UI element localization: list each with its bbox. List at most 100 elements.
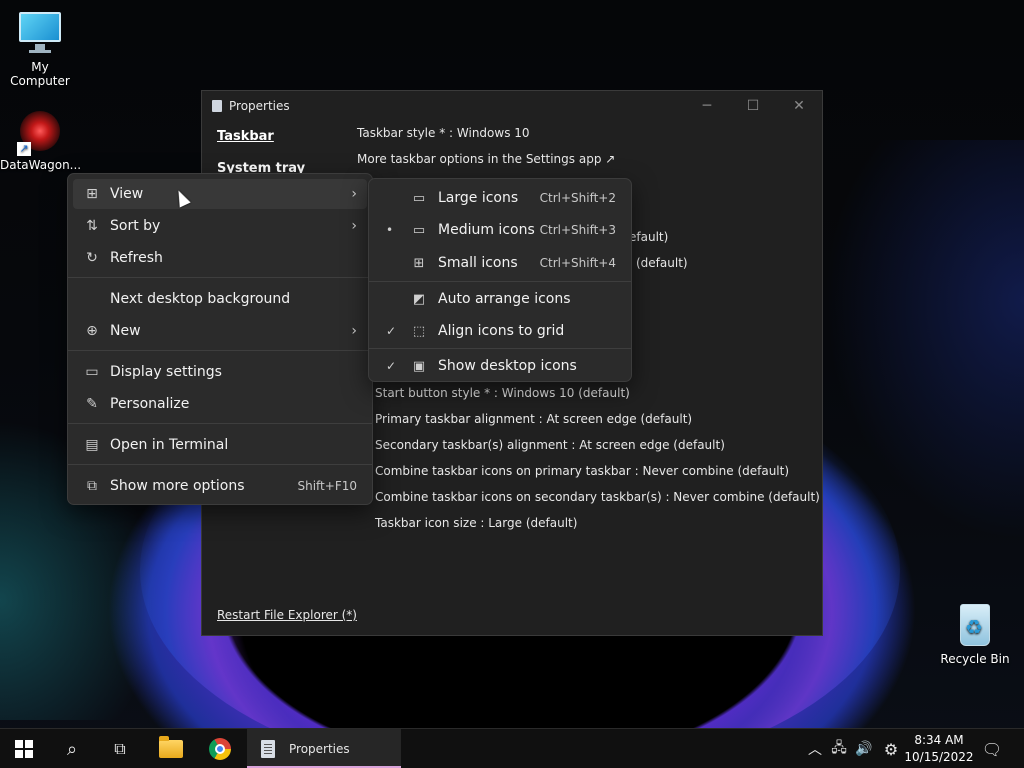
expand-icon: ⧉ (87, 478, 97, 494)
menu-item-label: Personalize (110, 396, 190, 412)
setting-partial: (default) (636, 256, 688, 270)
clock-date: 10/15/2022 (904, 750, 974, 764)
check-mark: ✓ (386, 359, 397, 373)
menu-item-label: New (110, 323, 141, 339)
menu-separator (68, 350, 372, 351)
menu-item-display-settings[interactable]: ▭ Display settings (73, 357, 367, 387)
settings-app-link[interactable]: More taskbar options in the Settings app… (357, 152, 615, 166)
app-shortcut-icon: ↗ (17, 108, 63, 156)
search-button[interactable]: ⌕ (48, 729, 96, 768)
menu-item-label: Next desktop background (110, 291, 291, 307)
submenu-item-auto-arrange[interactable]: ◩ Auto arrange icons (374, 284, 626, 314)
display-icon: ▭ (85, 364, 99, 380)
start-button[interactable] (0, 729, 48, 768)
setting-start-button-style[interactable]: Start button style * : Windows 10 (defau… (375, 386, 630, 400)
desktop-icon: ▣ (412, 358, 426, 374)
align-grid-icon: ⬚ (412, 323, 426, 339)
desktop-icon-datawagon[interactable]: ↗ DataWagon... (0, 108, 82, 172)
minimize-button[interactable]: ─ (684, 91, 730, 121)
speaker-icon: 🔊 (855, 741, 873, 757)
auto-arrange-icon: ◩ (412, 291, 426, 307)
menu-separator (369, 281, 631, 282)
clock-time: 8:34 AM (914, 733, 964, 747)
chevron-right-icon: › (351, 186, 357, 202)
desktop-context-menu: ⊞ View › ⇅ Sort by › ↻ Refresh Next desk… (67, 173, 373, 505)
setting-taskbar-style[interactable]: Taskbar style * : Windows 10 (357, 126, 530, 140)
check-mark: ✓ (386, 324, 397, 338)
volume-button[interactable]: 🔊 (851, 729, 877, 768)
system-clock[interactable]: 8:34 AM 10/15/2022 (904, 732, 974, 766)
submenu-item-label: Large icons (438, 190, 519, 206)
search-icon: ⌕ (66, 738, 78, 760)
document-icon (261, 740, 275, 758)
chevron-right-icon: › (351, 323, 357, 339)
setting-secondary-alignment[interactable]: Secondary taskbar(s) alignment : At scre… (375, 438, 725, 452)
file-explorer-button[interactable] (147, 729, 195, 768)
close-button[interactable]: ✕ (776, 91, 822, 121)
network-icon: 🖧 (831, 740, 847, 756)
menu-separator (68, 277, 372, 278)
submenu-item-small-icons[interactable]: ⊞ Small icons Ctrl+Shift+4 (374, 248, 626, 278)
submenu-item-large-icons[interactable]: ▭ Large icons Ctrl+Shift+2 (374, 183, 626, 213)
setting-combine-secondary[interactable]: Combine taskbar icons on secondary taskb… (375, 490, 820, 504)
submenu-item-shortcut: Ctrl+Shift+3 (539, 223, 616, 237)
desktop-icon-label: DataWagon... (0, 158, 82, 172)
nav-taskbar[interactable]: Taskbar (217, 129, 274, 144)
menu-item-sort-by[interactable]: ⇅ Sort by › (73, 211, 367, 241)
taskbar: ⌕ ⧉ Properties ︿ 🖧 🔊 ⚙ 8:34 AM 10/15/202… (0, 728, 1024, 768)
taskbar-app-label: Properties (289, 742, 350, 756)
settings-tray-button[interactable]: ⚙ (878, 729, 904, 768)
grid-icon: ⊞ (86, 186, 98, 202)
refresh-icon: ↻ (86, 250, 98, 266)
show-hidden-icons-button[interactable]: ︿ (803, 729, 827, 768)
view-submenu: ▭ Large icons Ctrl+Shift+2 • ▭ Medium ic… (368, 178, 632, 382)
menu-item-label: Display settings (110, 364, 222, 380)
menu-separator (369, 348, 631, 349)
sort-icon: ⇅ (86, 218, 98, 234)
setting-primary-alignment[interactable]: Primary taskbar alignment : At screen ed… (375, 412, 692, 426)
wallpaper-glow-right (824, 140, 1024, 540)
menu-item-new[interactable]: ⊕ New › (73, 316, 367, 346)
submenu-item-medium-icons[interactable]: • ▭ Medium icons Ctrl+Shift+3 (374, 215, 626, 245)
setting-icon-size[interactable]: Taskbar icon size : Large (default) (375, 516, 577, 530)
folder-icon (159, 736, 183, 758)
menu-separator (68, 423, 372, 424)
menu-item-personalize[interactable]: ✎ Personalize (73, 389, 367, 419)
chevron-right-icon: › (351, 218, 357, 234)
maximize-button[interactable]: ☐ (730, 91, 776, 121)
submenu-item-label: Small icons (438, 255, 518, 271)
menu-item-open-terminal[interactable]: ▤ Open in Terminal (73, 430, 367, 460)
setting-partial: efault) (629, 230, 669, 244)
monitor-medium-icon: ▭ (412, 222, 426, 238)
desktop-icon-my-computer[interactable]: My Computer (0, 10, 80, 88)
notification-icon: 🗨 (981, 739, 1003, 759)
notification-button[interactable]: 🗨 (978, 729, 1006, 768)
submenu-item-label: Align icons to grid (438, 323, 565, 339)
document-icon (212, 100, 222, 112)
chrome-icon (209, 738, 231, 760)
gear-icon: ⚙ (883, 739, 899, 759)
submenu-item-label: Show desktop icons (438, 358, 577, 374)
submenu-item-shortcut: Ctrl+Shift+2 (539, 191, 616, 205)
setting-combine-primary[interactable]: Combine taskbar icons on primary taskbar… (375, 464, 789, 478)
menu-item-show-more-options[interactable]: ⧉ Show more options Shift+F10 (73, 471, 367, 501)
submenu-item-show-desktop-icons[interactable]: ✓ ▣ Show desktop icons (374, 351, 626, 381)
menu-item-label: Open in Terminal (110, 437, 229, 453)
desktop-icon-label: My Computer (10, 60, 70, 88)
menu-item-next-background[interactable]: Next desktop background (73, 284, 367, 314)
network-button[interactable]: 🖧 (827, 729, 851, 768)
menu-item-view[interactable]: ⊞ View › (73, 179, 367, 209)
radio-mark: • (386, 223, 394, 237)
plus-circle-icon: ⊕ (86, 323, 98, 339)
monitor-large-icon: ▭ (412, 190, 426, 206)
taskbar-properties-button[interactable]: Properties (247, 729, 401, 768)
task-view-button[interactable]: ⧉ (96, 729, 144, 768)
desktop-icon-recycle-bin[interactable]: Recycle Bin (935, 602, 1015, 666)
restart-explorer-link[interactable]: Restart File Explorer (*) (217, 608, 357, 622)
chrome-button[interactable] (196, 729, 244, 768)
brush-icon: ✎ (86, 396, 98, 412)
menu-item-label: Show more options (110, 478, 245, 494)
submenu-item-align-to-grid[interactable]: ✓ ⬚ Align icons to grid (374, 316, 626, 346)
menu-item-refresh[interactable]: ↻ Refresh (73, 243, 367, 273)
desktop-icon-label: Recycle Bin (940, 652, 1010, 666)
